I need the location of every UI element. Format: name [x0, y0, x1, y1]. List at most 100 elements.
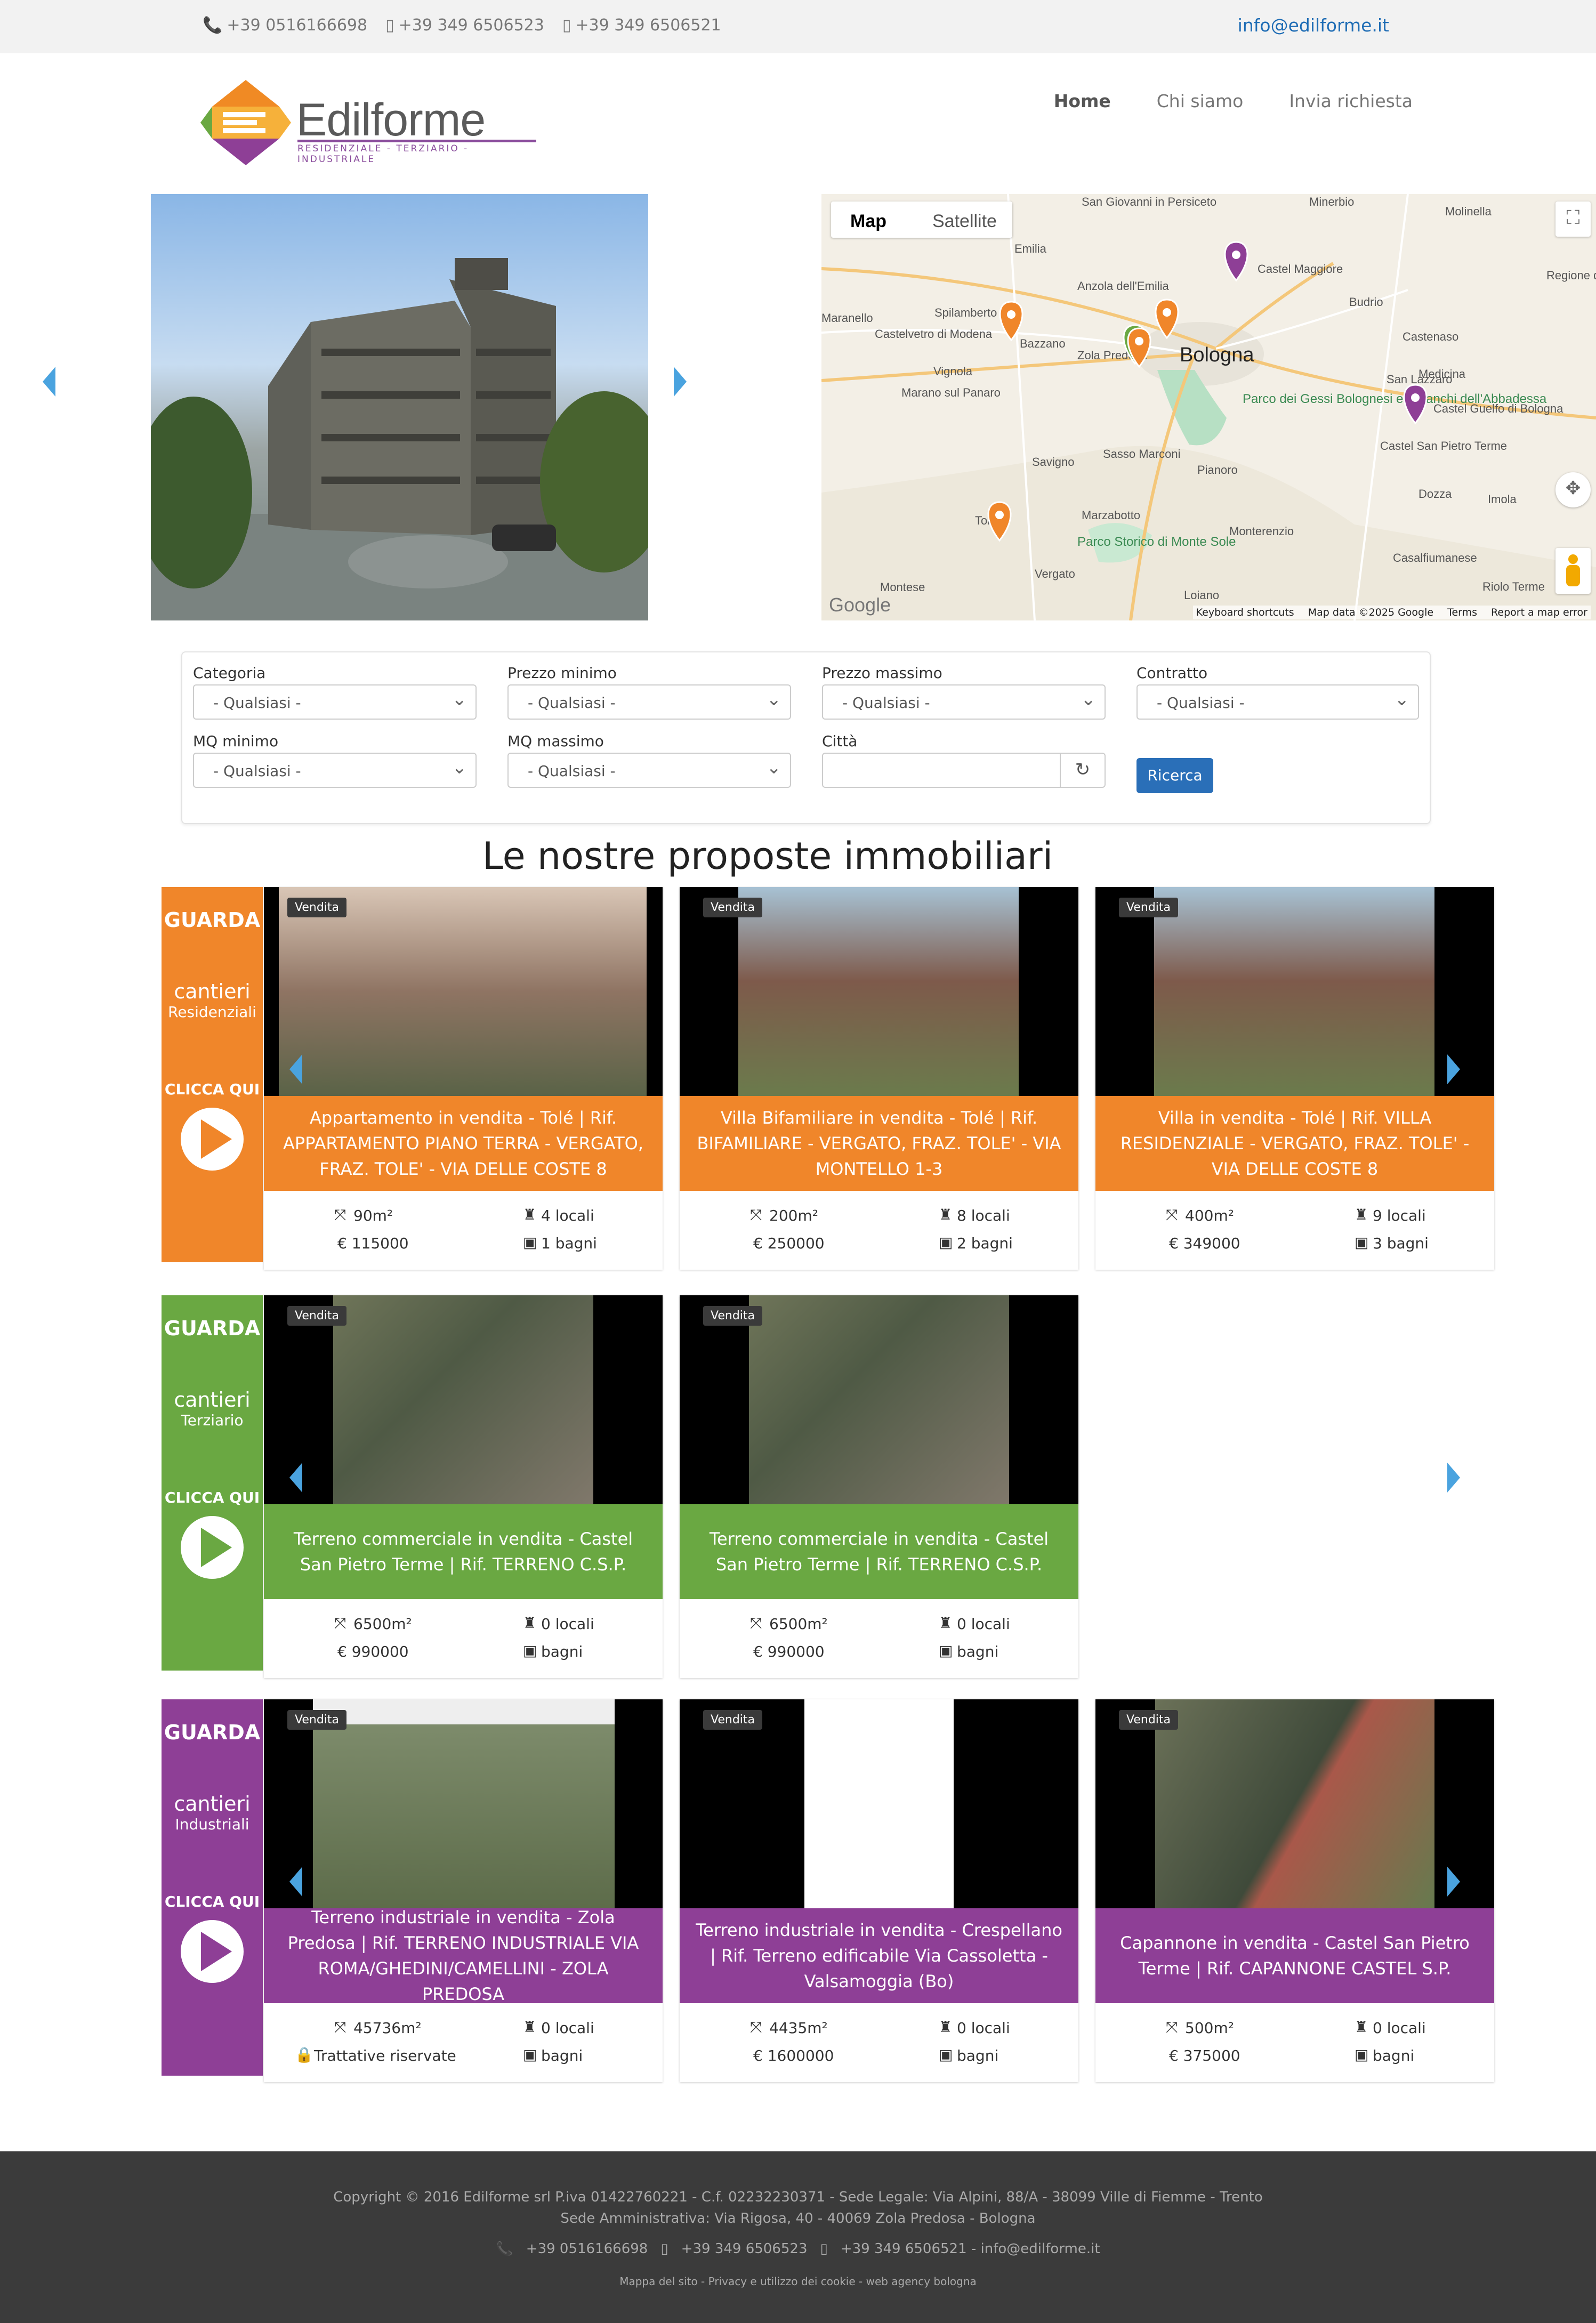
property-title[interactable]: Terreno industriale in vendita - Zola Pr… — [264, 1907, 663, 2004]
property-baths: bagni — [1373, 2047, 1415, 2064]
google-logo: Google — [829, 594, 891, 616]
property-photo[interactable]: Vendita — [680, 887, 1078, 1096]
property-photo[interactable]: Vendita — [264, 887, 663, 1096]
property-title[interactable]: Villa Bifamiliare in vendita - Tolé | Ri… — [680, 1096, 1078, 1191]
map-tab[interactable]: Map — [850, 211, 886, 232]
property-photo[interactable]: Vendita — [1095, 887, 1494, 1096]
property-photo[interactable]: Vendita — [680, 1295, 1078, 1504]
report-error-link[interactable]: Report a map error — [1491, 607, 1587, 618]
footer-phone[interactable]: +39 0516166698 — [526, 2241, 648, 2257]
nav-chi-siamo[interactable]: Chi siamo — [1157, 91, 1244, 111]
map-place-label: Marzabotto — [1082, 509, 1140, 522]
property-card[interactable]: Vendita Terreno industriale in vendita -… — [264, 1699, 663, 2082]
cantieri-banner[interactable]: GUARDA cantieri Terziario CLICCA QUI — [162, 1295, 263, 1671]
carousel-next-icon[interactable] — [1447, 1867, 1460, 1897]
property-specs: ⤧ 45736m² ♜ 0 locali Trattative riservat… — [264, 2003, 663, 2082]
mobile-item[interactable]: ▯ +39 349 6506521 — [562, 16, 721, 35]
property-baths: bagni — [957, 1643, 999, 1660]
property-photo[interactable]: Vendita — [264, 1295, 663, 1504]
prezzo-max-select[interactable]: - Qualsiasi - — [822, 684, 1106, 720]
citta-input[interactable] — [822, 753, 1061, 788]
property-title[interactable]: Terreno commerciale in vendita - Castel … — [680, 1504, 1078, 1599]
logo[interactable]: Edilforme RESIDENZIALE - TERZIARIO - IND… — [200, 80, 552, 165]
property-photo[interactable]: Vendita — [1095, 1699, 1494, 1908]
cantieri-type: Residenziali — [168, 1003, 256, 1021]
property-card[interactable]: Vendita Terreno commerciale in vendita -… — [264, 1295, 663, 1678]
property-card[interactable]: Vendita Terreno industriale in vendita -… — [680, 1699, 1078, 2082]
map-place-label: Dozza — [1418, 487, 1452, 501]
vendita-badge: Vendita — [1119, 898, 1179, 917]
cantieri-banner[interactable]: GUARDA cantieri Residenziali CLICCA QUI — [162, 887, 263, 1262]
property-card[interactable]: Vendita Appartamento in vendita - Tolé |… — [264, 887, 663, 1270]
map-place-label: Castel San Pietro Terme — [1380, 439, 1507, 453]
play-icon[interactable] — [181, 1516, 244, 1579]
carousel-prev-icon[interactable] — [289, 1867, 302, 1897]
email-link[interactable]: info@edilforme.it — [1238, 15, 1389, 36]
property-title[interactable]: Villa in vendita - Tolé | Rif. VILLA RES… — [1095, 1096, 1494, 1191]
property-title[interactable]: Appartamento in vendita - Tolé | Rif. AP… — [264, 1096, 663, 1191]
property-area: 6500m² — [353, 1615, 412, 1633]
terms-link[interactable]: Terms — [1447, 607, 1477, 618]
categoria-select[interactable]: - Qualsiasi - — [193, 684, 477, 720]
pegman-icon[interactable] — [1555, 548, 1591, 594]
refresh-icon[interactable]: ↻ — [1060, 753, 1106, 788]
vendita-badge: Vendita — [703, 898, 763, 917]
property-baths: 2 bagni — [957, 1235, 1013, 1252]
map-place-label: Monterenzio — [1229, 525, 1294, 538]
carousel-prev-icon[interactable] — [289, 1463, 302, 1493]
footer-links[interactable]: Mappa del sito - Privacy e utilizzo dei … — [0, 2275, 1596, 2288]
carousel-next-icon[interactable] — [1447, 1054, 1460, 1084]
play-icon[interactable] — [181, 1920, 244, 1983]
keyboard-shortcuts[interactable]: Keyboard shortcuts — [1196, 607, 1294, 618]
map-place-label: Vignola — [933, 365, 973, 378]
listing-row: GUARDA cantieri Residenziali CLICCA QUI … — [162, 887, 1494, 1270]
property-rooms: 0 locali — [1373, 2019, 1426, 2037]
clicca-qui-label: CLICCA QUI — [164, 1489, 260, 1506]
logo-name: Edilforme — [296, 94, 486, 146]
property-photo[interactable]: Vendita — [680, 1699, 1078, 1908]
slider-next-icon[interactable] — [674, 367, 687, 397]
fullscreen-icon[interactable]: ⛶ — [1555, 201, 1591, 237]
footer-mobile-email[interactable]: +39 349 6506521 - info@edilforme.it — [841, 2241, 1100, 2257]
map-canvas[interactable]: San Giovanni in Persiceto Minerbio Molinel… — [821, 194, 1596, 620]
satellite-tab[interactable]: Satellite — [932, 211, 997, 232]
property-title[interactable]: Terreno industriale in vendita - Crespel… — [680, 1908, 1078, 2003]
hero-slide-image — [151, 194, 648, 620]
property-card[interactable]: Vendita Capannone in vendita - Castel Sa… — [1095, 1699, 1494, 2082]
map-place-label: Emilia — [1014, 242, 1047, 255]
cantieri-banner[interactable]: GUARDA cantieri Industriali CLICCA QUI — [162, 1699, 263, 2076]
nav-invia-richiesta[interactable]: Invia richiesta — [1289, 91, 1413, 111]
property-photo[interactable]: Vendita — [264, 1699, 663, 1908]
property-title[interactable]: Terreno commerciale in vendita - Castel … — [264, 1504, 663, 1599]
footer-mobile[interactable]: +39 349 6506523 — [681, 2241, 808, 2257]
slider-prev-icon[interactable] — [43, 367, 55, 397]
mq-min-select[interactable]: - Qualsiasi - — [193, 753, 477, 788]
property-card[interactable]: Vendita Terreno commerciale in vendita -… — [680, 1295, 1078, 1678]
map-camera-icon[interactable]: ✥ — [1555, 472, 1591, 507]
property-title[interactable]: Capannone in vendita - Castel San Pietro… — [1095, 1908, 1494, 2003]
footer-copyright: Copyright © 2016 Edilforme srl P.iva 014… — [333, 2189, 1263, 2205]
property-card[interactable]: Vendita Villa Bifamiliare in vendita - T… — [680, 887, 1078, 1270]
footer-contacts: 📞 +39 0516166698 ▯ +39 349 6506523 ▯ +39… — [0, 2241, 1596, 2257]
carousel-prev-icon[interactable] — [289, 1054, 302, 1084]
phone-item[interactable]: 📞 +39 0516166698 — [203, 16, 367, 35]
property-area: 500m² — [1185, 2019, 1234, 2037]
mq-max-select[interactable]: - Qualsiasi - — [507, 753, 791, 788]
carousel-next-icon[interactable] — [1447, 1463, 1460, 1493]
footer-address: Sede Amministrativa: Via Rigosa, 40 - 40… — [560, 2211, 1036, 2227]
contratto-select[interactable]: - Qualsiasi - — [1136, 684, 1419, 720]
mobile-item[interactable]: ▯ +39 349 6506523 — [385, 16, 544, 35]
phone-icon: 📞 — [203, 16, 223, 35]
play-icon[interactable] — [181, 1108, 244, 1171]
guarda-label: GUARDA — [164, 1721, 261, 1744]
guarda-label: GUARDA — [164, 908, 261, 932]
prezzo-min-select[interactable]: - Qualsiasi - — [507, 684, 791, 720]
google-map[interactable]: San Giovanni in Persiceto Minerbio Molinel… — [821, 194, 1596, 620]
ricerca-button[interactable]: Ricerca — [1136, 758, 1213, 793]
bath-icon: ▣ — [523, 1233, 537, 1251]
cantieri-label: cantieri — [174, 1388, 251, 1411]
nav-home[interactable]: Home — [1054, 91, 1111, 111]
property-specs: ⤧ 90m² ♜ 4 locali € 115000 ▣ 1 bagni — [264, 1191, 663, 1270]
property-card[interactable]: Vendita Villa in vendita - Tolé | Rif. V… — [1095, 887, 1494, 1270]
area-icon: ⤧ — [750, 1206, 762, 1223]
